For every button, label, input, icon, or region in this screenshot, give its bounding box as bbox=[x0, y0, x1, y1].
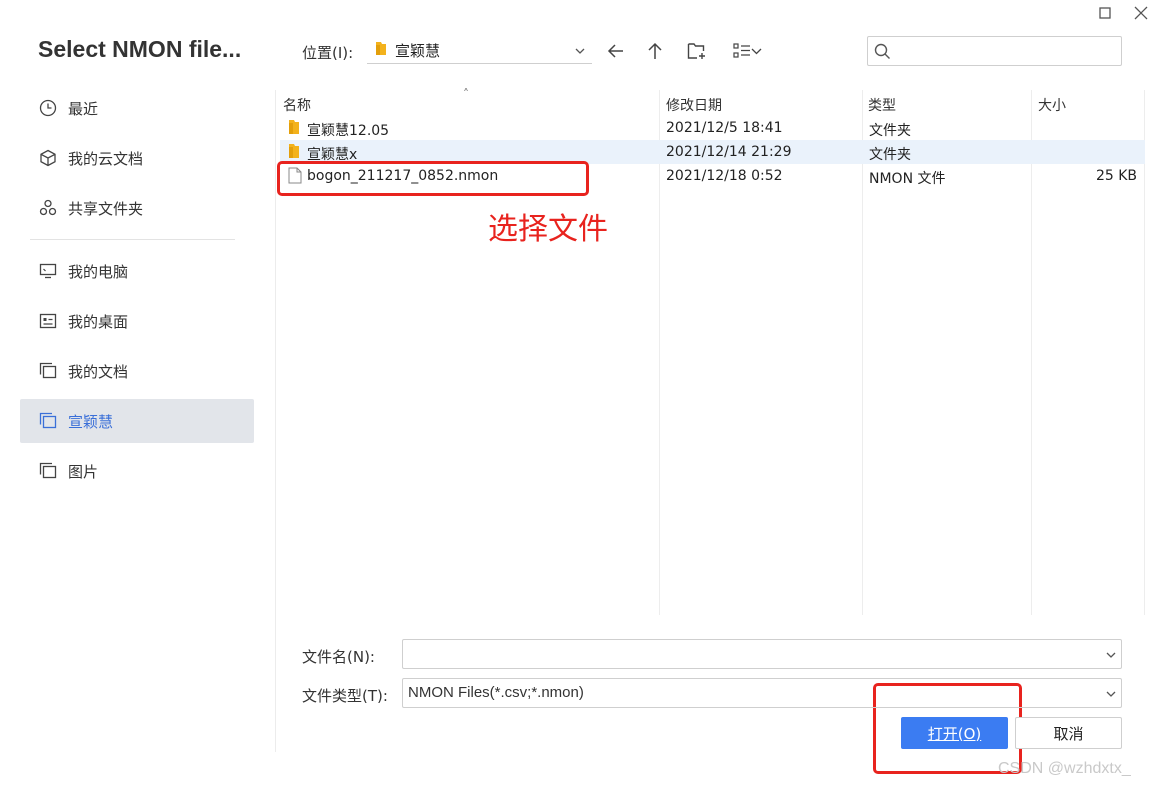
file-date: 2021/12/18 0:52 bbox=[666, 168, 783, 184]
chevron-down-icon bbox=[574, 43, 586, 61]
file-row[interactable]: 宣颖慧12.05 2021/12/5 18:41 文件夹 bbox=[280, 116, 1145, 140]
close-button[interactable] bbox=[1132, 4, 1150, 22]
filetype-label: 文件类型(T): bbox=[302, 687, 388, 705]
sidebar-item-pictures[interactable]: 图片 bbox=[20, 449, 254, 493]
view-options-button[interactable] bbox=[728, 38, 766, 64]
file-date: 2021/12/14 21:29 bbox=[666, 144, 792, 160]
desktop-icon bbox=[38, 311, 58, 331]
sidebar-item-label: 我的电脑 bbox=[68, 262, 129, 281]
sidebar-separator bbox=[275, 90, 276, 752]
dialog-title: Select NMON file... bbox=[38, 36, 242, 62]
sort-ascending-icon: ˄ bbox=[463, 87, 469, 101]
file-type: 文件夹 bbox=[869, 147, 911, 163]
documents-icon bbox=[38, 361, 58, 381]
annotation-highlight-file bbox=[277, 161, 589, 196]
location-label: 位置(I): bbox=[302, 44, 354, 62]
sidebar-item-label: 宣颖慧 bbox=[68, 412, 114, 431]
cube-icon bbox=[38, 148, 58, 168]
maximize-button[interactable] bbox=[1096, 4, 1114, 22]
location-value: 宣颖慧 bbox=[395, 42, 441, 60]
sidebar-item-label: 最近 bbox=[68, 99, 99, 118]
sidebar-item-cloud-docs[interactable]: 我的云文档 bbox=[20, 136, 254, 180]
sidebar: Select NMON file... 最近 我的云文档 共享文件夹 我的电脑 … bbox=[0, 0, 275, 787]
sidebar-item-my-desktop[interactable]: 我的桌面 bbox=[20, 299, 254, 343]
search-box[interactable] bbox=[867, 36, 1122, 66]
file-type: 文件夹 bbox=[869, 123, 911, 139]
sidebar-divider bbox=[30, 239, 235, 240]
up-button[interactable] bbox=[642, 38, 668, 64]
sidebar-item-label: 我的文档 bbox=[68, 362, 129, 381]
column-header-size[interactable]: 大小 bbox=[1038, 95, 1066, 115]
folder-icon bbox=[288, 143, 300, 163]
location-dropdown[interactable]: 宣颖慧 bbox=[367, 38, 592, 64]
filename-input[interactable] bbox=[408, 645, 1098, 663]
search-input[interactable] bbox=[898, 41, 1113, 61]
chevron-down-icon[interactable] bbox=[1105, 686, 1117, 704]
arrow-left-icon bbox=[607, 44, 623, 58]
filename-combo[interactable] bbox=[402, 639, 1122, 669]
share-icon bbox=[38, 198, 58, 218]
clock-icon bbox=[38, 98, 58, 118]
column-header-type[interactable]: 类型 bbox=[868, 95, 896, 115]
chevron-down-icon bbox=[751, 48, 761, 55]
chevron-down-icon[interactable] bbox=[1105, 647, 1117, 665]
folder-icon bbox=[375, 41, 387, 60]
file-size: 25 KB bbox=[1095, 168, 1137, 184]
sidebar-item-xuanyinghui[interactable]: 宣颖慧 bbox=[20, 399, 254, 443]
search-icon bbox=[874, 43, 891, 64]
file-name: 宣颖慧12.05 bbox=[307, 123, 390, 139]
maximize-icon bbox=[1099, 7, 1111, 19]
sidebar-item-shared-folder[interactable]: 共享文件夹 bbox=[20, 186, 254, 230]
new-folder-icon bbox=[687, 43, 705, 59]
cancel-button[interactable]: 取消 bbox=[1015, 717, 1122, 749]
back-button[interactable] bbox=[603, 38, 629, 64]
column-header-name[interactable]: 名称 bbox=[283, 95, 311, 115]
close-icon bbox=[1134, 6, 1148, 20]
watermark: CSDN @wzhdxtx_ bbox=[998, 760, 1131, 777]
sidebar-item-recent[interactable]: 最近 bbox=[20, 86, 254, 130]
sidebar-item-label: 图片 bbox=[68, 462, 99, 481]
sidebar-item-label: 我的云文档 bbox=[68, 149, 144, 168]
sidebar-item-my-documents[interactable]: 我的文档 bbox=[20, 349, 254, 393]
sidebar-item-my-computer[interactable]: 我的电脑 bbox=[20, 249, 254, 293]
sidebar-item-label: 共享文件夹 bbox=[68, 199, 144, 218]
filetype-dropdown[interactable]: NMON Files(*.csv;*.nmon) bbox=[402, 678, 1122, 708]
column-header-date[interactable]: 修改日期 bbox=[666, 95, 722, 115]
filetype-value: NMON Files(*.csv;*.nmon) bbox=[408, 684, 584, 701]
folder-icon bbox=[288, 119, 300, 139]
file-date: 2021/12/5 18:41 bbox=[666, 120, 783, 136]
open-button[interactable]: 打开(O) bbox=[901, 717, 1008, 749]
folder-stack-icon bbox=[38, 411, 58, 431]
file-type: NMON 文件 bbox=[869, 171, 946, 187]
file-list-header: 名称 修改日期 类型 大小 bbox=[277, 90, 1145, 116]
sidebar-item-label: 我的桌面 bbox=[68, 312, 129, 331]
pictures-icon bbox=[38, 461, 58, 481]
arrow-up-icon bbox=[648, 42, 662, 59]
new-folder-button[interactable] bbox=[684, 38, 710, 64]
annotation-text: 选择文件 bbox=[488, 212, 608, 247]
filename-label: 文件名(N): bbox=[302, 648, 375, 666]
list-view-icon bbox=[732, 43, 750, 58]
monitor-icon bbox=[38, 261, 58, 281]
